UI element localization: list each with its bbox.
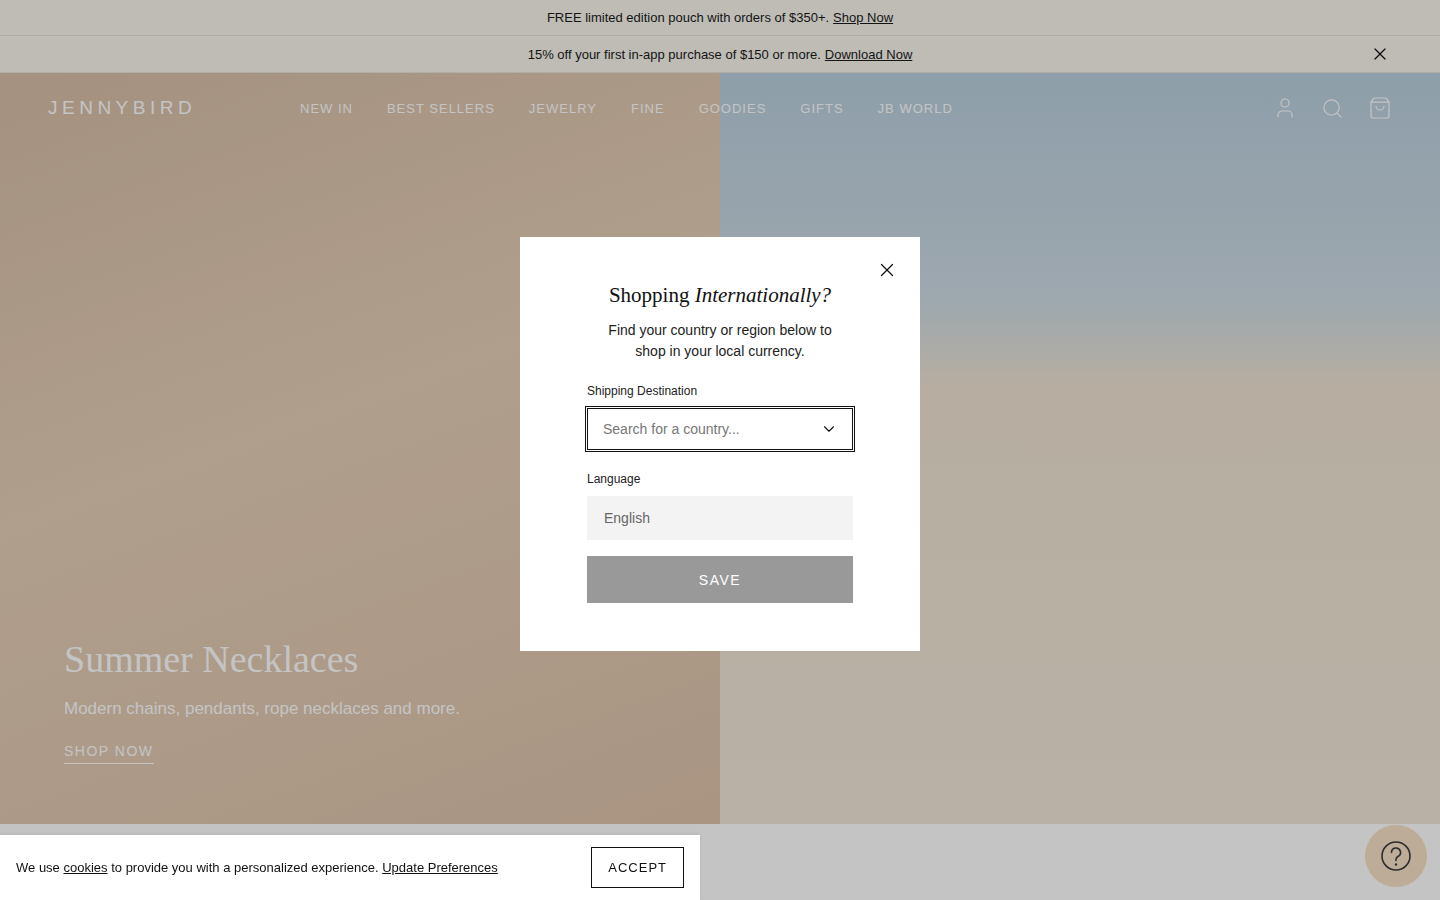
field-label: Language xyxy=(587,472,853,486)
chevron-down-icon xyxy=(820,420,838,438)
field-label: Shipping Destination xyxy=(587,384,853,398)
cookie-banner: We use cookies to provide you with a per… xyxy=(0,835,700,900)
modal-title: Shopping Internationally? xyxy=(587,283,853,308)
form-field: Language English xyxy=(587,472,853,540)
preferences-link[interactable]: Update Preferences xyxy=(382,860,498,875)
country-modal: Shopping Internationally? Find your count… xyxy=(520,237,920,651)
page: FREE limited edition pouch with orders o… xyxy=(0,0,1440,900)
country-search xyxy=(587,408,853,450)
modal-description: Find your country or region below to sho… xyxy=(595,320,845,362)
modal-close-button[interactable] xyxy=(876,259,898,281)
country-search-input[interactable] xyxy=(603,421,820,437)
language-select[interactable]: English xyxy=(587,496,853,540)
save-button[interactable]: SAVE xyxy=(587,556,853,603)
accept-button[interactable]: ACCEPT xyxy=(591,847,684,888)
cookie-text: We use cookies to provide you with a per… xyxy=(16,860,498,875)
cookies-link[interactable]: cookies xyxy=(63,860,107,875)
close-icon xyxy=(876,259,898,281)
form-field: Shipping Destination xyxy=(587,384,853,450)
